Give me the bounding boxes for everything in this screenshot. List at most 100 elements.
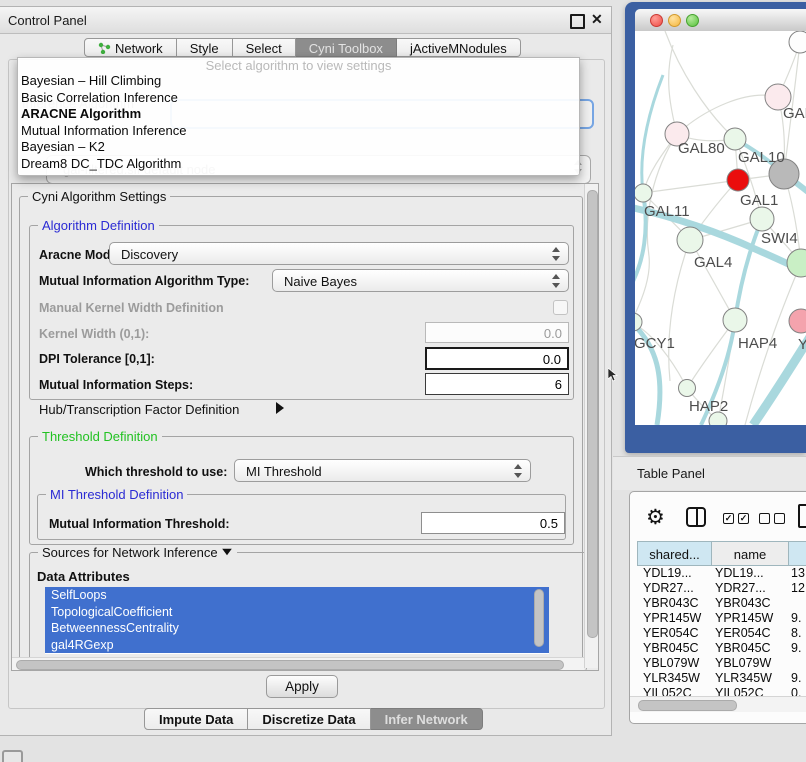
mi-algorithm-type-combobox[interactable]: Naive Bayes bbox=[272, 269, 569, 292]
minimized-window-icon[interactable] bbox=[2, 750, 23, 762]
column-header-shared-name[interactable]: shared... bbox=[637, 541, 711, 566]
dpi-tolerance-label: DPI Tolerance [0,1]: bbox=[39, 352, 155, 366]
manual-kernel-checkbox[interactable] bbox=[553, 300, 568, 315]
node-label-gal4: GAL4 bbox=[694, 254, 732, 271]
tab-jactivemnodules[interactable]: jActiveMNodules bbox=[397, 38, 521, 57]
column-header-partial[interactable] bbox=[788, 541, 806, 566]
dropdown-item[interactable]: Basic Correlation Inference bbox=[18, 90, 579, 107]
vertical-scrollbar[interactable] bbox=[584, 184, 598, 668]
mi-steps-label: Mutual Information Steps: bbox=[39, 378, 193, 392]
split-columns-icon[interactable] bbox=[686, 507, 706, 527]
node[interactable] bbox=[789, 309, 806, 333]
algorithm-definition-title: Algorithm Definition bbox=[38, 218, 159, 233]
screen: Control Panel ✕ Network Style Select Cyn… bbox=[0, 0, 806, 762]
table-body: YDL19...YDL19...13 YDR27...YDR27...12 YB… bbox=[637, 566, 806, 706]
new-table-icon[interactable] bbox=[798, 504, 806, 528]
list-item[interactable]: gal4RGexp bbox=[45, 637, 549, 654]
mi-threshold-label: Mutual Information Threshold: bbox=[49, 517, 230, 531]
zoom-window-icon[interactable] bbox=[686, 14, 699, 27]
tab-infer-network[interactable]: Infer Network bbox=[371, 708, 483, 730]
node-swi4[interactable] bbox=[787, 249, 806, 277]
table-row[interactable]: YLR345WYLR345W9. bbox=[637, 671, 806, 686]
node-label: Y bbox=[798, 336, 806, 353]
table-horizontal-scrollbar[interactable] bbox=[630, 696, 806, 712]
tab-select[interactable]: Select bbox=[233, 38, 296, 57]
collapse-arrow-icon[interactable] bbox=[222, 549, 232, 555]
node[interactable] bbox=[789, 31, 806, 53]
node[interactable] bbox=[750, 207, 774, 231]
algorithm-dropdown-list: Select algorithm to view settings Bayesi… bbox=[17, 57, 580, 176]
table-panel-titlebar: Table Panel bbox=[613, 456, 806, 490]
table-row[interactable]: YDL19...YDL19...13 bbox=[637, 566, 806, 581]
which-threshold-label: Which threshold to use: bbox=[85, 465, 227, 479]
kernel-width-field[interactable]: 0.0 bbox=[425, 322, 569, 343]
table-row[interactable]: YDR27...YDR27...12 bbox=[637, 581, 806, 596]
tab-network[interactable]: Network bbox=[84, 38, 177, 57]
control-panel-window: Control Panel ✕ Network Style Select Cyn… bbox=[0, 6, 612, 736]
node-hap2[interactable] bbox=[679, 380, 696, 397]
dropdown-item-aracne[interactable]: ARACNE Algorithm bbox=[18, 106, 579, 123]
data-attributes-list: SelfLoops TopologicalCoefficient Between… bbox=[45, 587, 549, 654]
list-item[interactable]: TopologicalCoefficient bbox=[45, 604, 549, 621]
table-panel-title: Table Panel bbox=[637, 466, 705, 481]
control-panel-tabbar: Network Style Select Cyni Toolbox jActiv… bbox=[84, 38, 521, 59]
column-header-name[interactable]: name bbox=[711, 541, 788, 566]
network-graph bbox=[635, 31, 806, 425]
expand-arrow-icon[interactable] bbox=[276, 402, 284, 414]
network-window-titlebar[interactable] bbox=[635, 9, 806, 32]
list-scrollbar[interactable] bbox=[534, 589, 544, 649]
table-header-row: shared... name bbox=[637, 541, 806, 566]
mi-threshold-field[interactable]: 0.5 bbox=[421, 512, 565, 534]
node-label-swi4: SWI4 bbox=[761, 230, 798, 247]
node-hap4[interactable] bbox=[723, 308, 747, 332]
node-gal11[interactable] bbox=[635, 184, 652, 202]
table-row[interactable]: YBL079WYBL079W bbox=[637, 656, 806, 671]
close-icon[interactable]: ✕ bbox=[591, 11, 603, 28]
network-canvas[interactable]: GAL GAL80 GAL10 GAL1 GAL11 SWI4 GAL4 GCY… bbox=[635, 31, 806, 425]
sources-group-title: Sources for Network Inference bbox=[38, 545, 237, 560]
dropdown-item[interactable]: Bayesian – Hill Climbing bbox=[18, 73, 579, 90]
mouse-cursor bbox=[608, 368, 618, 382]
horizontal-scrollbar[interactable] bbox=[12, 657, 584, 670]
node-label-gal80: GAL80 bbox=[678, 140, 725, 157]
dpi-tolerance-field[interactable]: 0.0 bbox=[425, 347, 569, 370]
tab-impute-data[interactable]: Impute Data bbox=[144, 708, 248, 730]
node-gal1-selected[interactable] bbox=[727, 169, 749, 191]
which-threshold-combobox[interactable]: MI Threshold bbox=[234, 459, 531, 482]
control-panel-title: Control Panel bbox=[8, 13, 87, 28]
table-window: ⚙ ✓✓ shared... name YDL19...YDL19...13 Y… bbox=[629, 491, 806, 724]
tab-style[interactable]: Style bbox=[177, 38, 233, 57]
node-gal10[interactable] bbox=[724, 128, 746, 150]
network-view-window: GAL GAL80 GAL10 GAL1 GAL11 SWI4 GAL4 GCY… bbox=[625, 2, 806, 453]
dropdown-item[interactable]: Mutual Information Inference bbox=[18, 123, 579, 140]
node-label-gal11: GAL11 bbox=[644, 203, 690, 220]
gear-icon[interactable]: ⚙ bbox=[646, 505, 665, 530]
apply-button[interactable]: Apply bbox=[266, 675, 338, 698]
bottom-tabbar: Impute Data Discretize Data Infer Networ… bbox=[144, 708, 483, 730]
table-row[interactable]: YER054CYER054C8. bbox=[637, 626, 806, 641]
settings-group-title: Cyni Algorithm Settings bbox=[28, 189, 170, 204]
table-row[interactable]: YBR043CYBR043C bbox=[637, 596, 806, 611]
node-label-gal1: GAL1 bbox=[740, 192, 778, 209]
combo-arrows-icon bbox=[552, 247, 561, 261]
aracne-mode-combobox[interactable]: Discovery bbox=[109, 242, 569, 265]
list-item[interactable]: SelfLoops bbox=[45, 587, 549, 604]
mi-steps-field[interactable]: 6 bbox=[425, 373, 569, 395]
table-row[interactable]: YBR045CYBR045C9. bbox=[637, 641, 806, 656]
minimize-window-icon[interactable] bbox=[668, 14, 681, 27]
node-label-hap4: HAP4 bbox=[738, 335, 777, 352]
mi-threshold-group-title: MI Threshold Definition bbox=[46, 487, 187, 502]
kernel-width-label: Kernel Width (0,1): bbox=[39, 327, 149, 341]
tab-discretize-data[interactable]: Discretize Data bbox=[248, 708, 370, 730]
close-window-icon[interactable] bbox=[650, 14, 663, 27]
combo-arrows-icon bbox=[514, 464, 523, 478]
threshold-definition-title: Threshold Definition bbox=[38, 429, 162, 444]
tab-cyni-toolbox[interactable]: Cyni Toolbox bbox=[296, 38, 397, 57]
node-gal4[interactable] bbox=[677, 227, 703, 253]
control-panel-titlebar[interactable]: Control Panel ✕ bbox=[0, 7, 611, 34]
float-window-icon[interactable] bbox=[570, 14, 585, 29]
dropdown-item[interactable]: Bayesian – K2 bbox=[18, 139, 579, 156]
list-item[interactable]: BetweennessCentrality bbox=[45, 620, 549, 637]
dropdown-item[interactable]: Dream8 DC_TDC Algorithm bbox=[18, 156, 579, 173]
table-row[interactable]: YPR145WYPR145W9. bbox=[637, 611, 806, 626]
